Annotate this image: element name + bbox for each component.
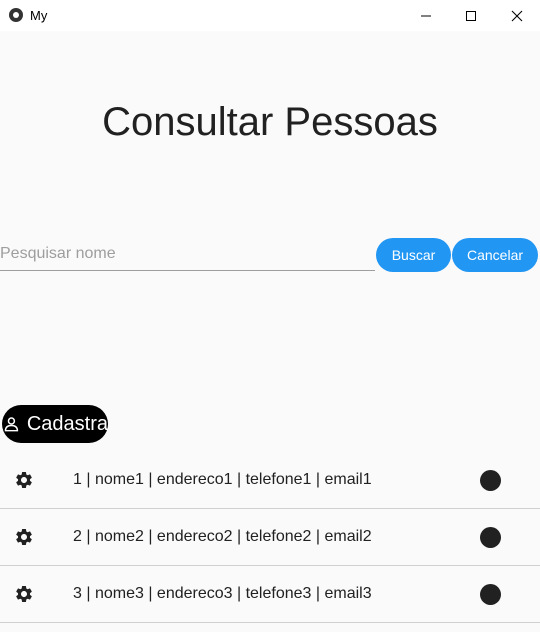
list-item[interactable]: 1 | nome1 | endereco1 | telefone1 | emai… [0,452,540,509]
gear-icon[interactable] [14,527,34,547]
app-window: My Consultar Pessoas Buscar Cancelar Cad… [0,0,540,632]
page-title: Consultar Pessoas [102,100,438,144]
cancelar-button[interactable]: Cancelar [452,238,538,272]
minimize-button[interactable] [403,0,449,31]
buscar-button[interactable]: Buscar [376,238,451,272]
list-item[interactable]: 2 | nome2 | endereco2 | telefone2 | emai… [0,509,540,566]
search-input[interactable] [0,238,375,271]
maximize-icon [466,10,476,21]
people-list: 1 | nome1 | endereco1 | telefone1 | emai… [0,452,540,623]
person-text: 1 | nome1 | endereco1 | telefone1 | emai… [73,471,372,488]
status-dot[interactable] [480,470,501,491]
search-row: Buscar Cancelar [0,238,540,274]
close-button[interactable] [494,0,540,31]
person-text: 2 | nome2 | endereco2 | telefone2 | emai… [73,528,372,545]
person-add-icon [4,417,19,432]
cadastrar-button[interactable]: Cadastra [2,405,108,443]
cadastrar-label: Cadastra [26,412,108,435]
maximize-button[interactable] [448,0,494,31]
list-item[interactable]: 3 | nome3 | endereco3 | telefone3 | emai… [0,566,540,623]
window-title: My [30,8,48,23]
status-dot[interactable] [480,584,501,605]
person-text: 3 | nome3 | endereco3 | telefone3 | emai… [73,585,372,602]
close-icon [511,10,523,21]
gear-icon[interactable] [14,584,34,604]
gear-icon[interactable] [14,470,34,490]
app-icon [9,8,23,22]
title-bar: My [0,0,540,31]
status-dot[interactable] [480,527,501,548]
minimize-icon [421,15,431,16]
